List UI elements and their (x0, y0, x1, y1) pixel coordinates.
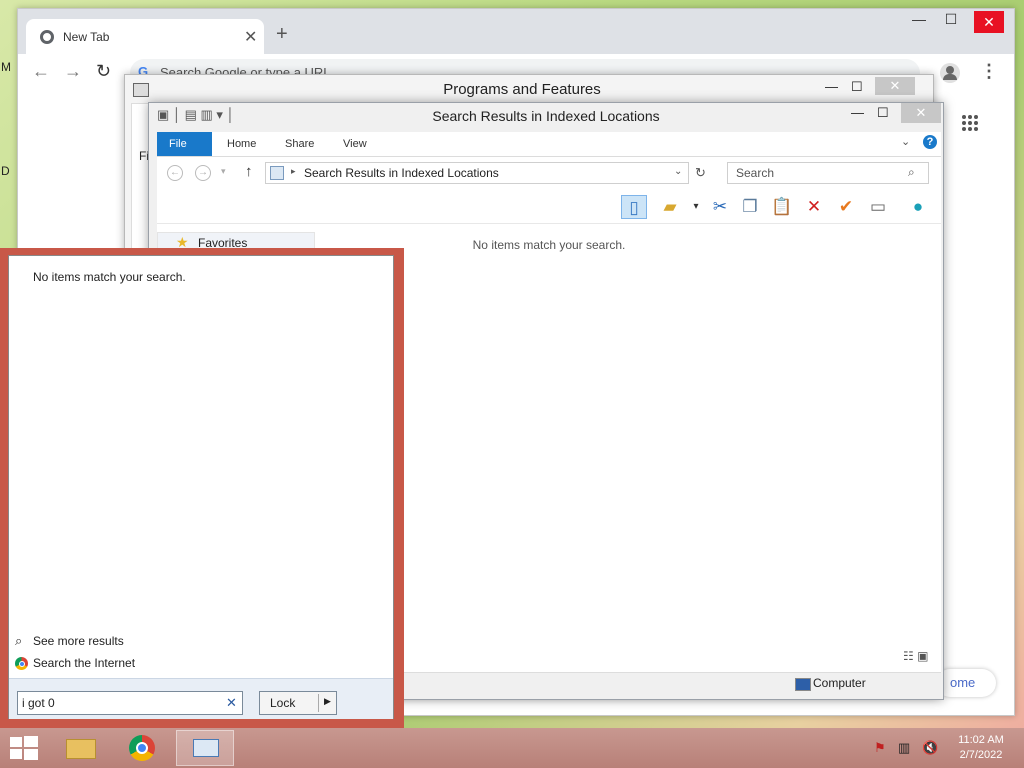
chrome-icon (15, 657, 28, 670)
back-icon[interactable]: ← (167, 165, 183, 181)
start-search-input[interactable]: i got 0 ✕ (17, 691, 243, 715)
up-icon[interactable]: ↑ (245, 163, 253, 180)
tab-view[interactable]: View (331, 132, 379, 156)
power-options-arrow-icon[interactable]: ▶ (324, 696, 331, 707)
refresh-icon[interactable]: ↻ (695, 165, 706, 181)
power-button-label: Lock (270, 696, 296, 710)
window-title: Programs and Features (443, 81, 601, 98)
cut-icon[interactable]: ✂ (707, 195, 733, 219)
search-query: i got 0 (22, 696, 55, 710)
chrome-favicon-icon (40, 30, 54, 44)
command-toolbar: ▯ ▰ ▾ ✂ ❐ 📋 ✕ ✔ ▭ ● (157, 191, 941, 224)
breadcrumb-arrow-icon: ▸ (291, 166, 296, 176)
clear-search-icon[interactable]: ✕ (226, 695, 237, 711)
customize-chrome-button[interactable]: ome (936, 669, 996, 697)
network-icon[interactable]: ▥ (898, 740, 910, 756)
tab-share[interactable]: Share (273, 132, 326, 156)
help-icon[interactable]: ? (923, 135, 937, 149)
magnifier-icon: ⌕ (15, 633, 23, 648)
chrome-tab-title: New Tab (63, 30, 110, 44)
search-results-list: No items match your search. ⌕ See more r… (8, 255, 394, 719)
preview-pane-icon[interactable]: ▯ (621, 195, 647, 219)
address-bar[interactable]: ▸ Search Results in Indexed Locations ⌄ (265, 162, 689, 184)
tab-close-icon[interactable]: ✕ (244, 27, 257, 47)
chrome-close-button[interactable]: ✕ (974, 11, 1004, 33)
copy-icon[interactable]: ❐ (737, 195, 763, 219)
search-box[interactable]: Search ⌕ (727, 162, 929, 184)
search-internet-link[interactable]: Search the Internet (33, 656, 135, 670)
breadcrumb[interactable]: Search Results in Indexed Locations (304, 166, 499, 180)
ribbon-expand-icon[interactable]: ⌄ (901, 135, 910, 148)
control-panel-taskbar-icon[interactable] (176, 730, 234, 766)
divider (318, 694, 319, 712)
forward-button[interactable]: → (64, 61, 82, 82)
start-search-panel: No items match your search. ⌕ See more r… (0, 248, 404, 728)
maximize-button[interactable]: ☐ (851, 79, 863, 95)
window-title: Search Results in Indexed Locations (432, 108, 660, 124)
tab-file[interactable]: File (157, 132, 212, 156)
chrome-tab[interactable]: New Tab ✕ (26, 19, 264, 54)
paste-icon[interactable]: 📋 (769, 195, 795, 219)
properties-icon[interactable]: ▭ (865, 195, 891, 219)
google-apps-icon[interactable] (962, 115, 978, 131)
computer-icon (795, 678, 811, 691)
chrome-taskbar-icon[interactable] (114, 730, 172, 766)
back-button[interactable]: ← (32, 61, 50, 82)
search-placeholder: Search (736, 166, 775, 180)
close-button[interactable]: ✕ (875, 77, 915, 95)
volume-muted-icon[interactable]: 🔇 (922, 740, 938, 756)
chrome-maximize-button[interactable]: ☐ (936, 11, 966, 28)
profile-avatar-icon[interactable] (940, 63, 960, 83)
search-footer: i got 0 ✕ Lock ▶ (9, 678, 393, 719)
minimize-button[interactable]: — (851, 105, 864, 120)
taskbar: ⚑ ▥ 🔇 11:02 AM 2/7/2022 (0, 728, 1024, 768)
desktop-icon-label: D (1, 164, 10, 178)
delete-icon[interactable]: ✕ (801, 195, 827, 219)
search-folder-icon (270, 166, 284, 180)
ribbon-tabs: File Home Share View (157, 132, 941, 157)
search-icon: ⌕ (908, 165, 915, 179)
clock[interactable]: 11:02 AM 2/7/2022 (950, 733, 1012, 763)
no-results-message: No items match your search. (33, 270, 186, 284)
desktop-icon-label: M (1, 60, 11, 74)
address-dropdown-icon[interactable]: ⌄ (674, 166, 682, 177)
chrome-minimize-button[interactable]: — (904, 11, 934, 27)
file-explorer-taskbar-icon[interactable] (52, 730, 110, 766)
see-more-results-link[interactable]: See more results (33, 634, 124, 648)
clock-time: 11:02 AM (958, 734, 1004, 746)
forward-icon[interactable]: → (195, 165, 211, 181)
reload-button[interactable]: ↻ (96, 61, 111, 82)
navigation-bar: ← → ▾ ↑ ▸ Search Results in Indexed Loca… (157, 157, 941, 191)
apply-icon[interactable]: ✔ (833, 195, 859, 219)
chrome-menu-icon[interactable]: ⋮ (980, 61, 998, 82)
dropdown-arrow-icon[interactable]: ▾ (683, 195, 709, 219)
minimize-button[interactable]: — (825, 79, 838, 94)
status-location: Computer (813, 676, 866, 690)
new-folder-icon[interactable]: ▰ (657, 195, 683, 219)
start-button-windows-icon[interactable] (10, 736, 38, 760)
maximize-button[interactable]: ☐ (877, 105, 889, 121)
tab-home[interactable]: Home (215, 132, 268, 156)
recent-locations-icon[interactable]: ▾ (221, 166, 226, 177)
clock-date: 2/7/2022 (959, 749, 1003, 761)
close-button[interactable]: ✕ (901, 103, 941, 123)
view-details-icon[interactable]: ☷ ▣ (903, 649, 928, 663)
new-tab-button[interactable]: + (276, 23, 288, 46)
network-icon[interactable]: ● (905, 195, 931, 219)
chrome-tab-strip: New Tab ✕ + — ☐ ✕ (18, 9, 1014, 54)
action-center-flag-icon[interactable]: ⚑ (874, 740, 886, 756)
power-button[interactable]: Lock ▶ (259, 691, 337, 715)
